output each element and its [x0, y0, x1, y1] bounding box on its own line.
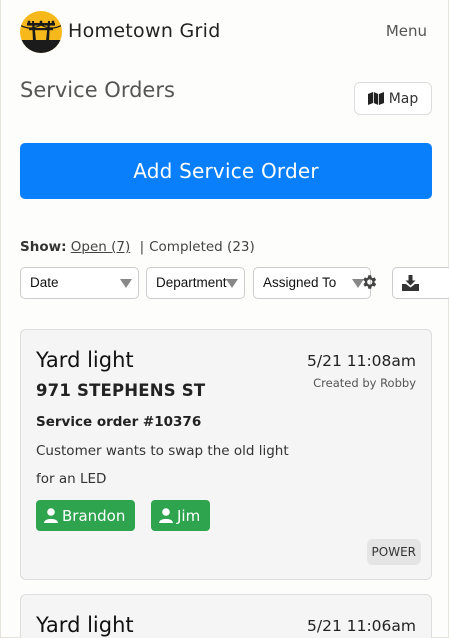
- download-button[interactable]: [392, 267, 449, 299]
- service-order-card[interactable]: Yard light 5/21 11:08am Created by Robby…: [20, 329, 432, 580]
- gear-icon[interactable]: [360, 273, 378, 291]
- assignee-chip[interactable]: Jim: [151, 500, 211, 531]
- brand-name[interactable]: Hometown Grid: [68, 20, 221, 42]
- order-time: 5/21 11:08am: [307, 352, 416, 370]
- order-number: Service order #10376: [36, 414, 202, 430]
- assignee-chip[interactable]: Brandon: [36, 500, 136, 531]
- assigned-to-filter-label: Assigned To: [263, 275, 337, 290]
- map-button[interactable]: Map: [354, 82, 432, 115]
- order-title: Yard light: [36, 613, 134, 637]
- map-button-label: Map: [388, 90, 419, 107]
- chevron-down-icon: [120, 279, 132, 288]
- order-address: 971 STEPHENS ST: [36, 381, 206, 400]
- separator: |: [139, 239, 145, 255]
- map-icon: [367, 92, 384, 105]
- status-filter: Show: Open (7) | Completed (23): [20, 239, 255, 255]
- user-icon: [159, 508, 173, 523]
- order-created-by: Created by Robby: [313, 376, 416, 390]
- page-title: Service Orders: [20, 78, 175, 102]
- assignee-name: Jim: [177, 506, 201, 525]
- department-filter-label: Department: [156, 275, 227, 290]
- order-description: Customer wants to swap the old light for…: [36, 443, 289, 487]
- department-filter-select[interactable]: Department: [146, 267, 245, 299]
- order-time: 5/21 11:06am: [307, 617, 416, 635]
- app-header: Hometown Grid Menu: [20, 11, 428, 53]
- add-service-order-button[interactable]: Add Service Order: [20, 143, 432, 199]
- completed-orders-link[interactable]: Completed (23): [149, 239, 255, 255]
- utility-pole-logo-icon[interactable]: [20, 11, 62, 53]
- order-title: Yard light: [36, 348, 134, 372]
- department-badge: POWER: [366, 539, 421, 565]
- user-icon: [44, 508, 58, 523]
- date-filter-select[interactable]: Date: [20, 267, 139, 299]
- menu-button[interactable]: Menu: [386, 22, 427, 40]
- service-order-card[interactable]: Yard light 5/21 11:06am: [20, 594, 432, 638]
- assigned-to-filter-select[interactable]: Assigned To: [253, 267, 371, 299]
- chevron-down-icon: [226, 279, 238, 288]
- open-orders-link[interactable]: Open (7): [71, 239, 130, 255]
- assignee-name: Brandon: [62, 506, 126, 525]
- date-filter-label: Date: [30, 275, 59, 290]
- show-label: Show:: [20, 239, 67, 255]
- download-icon: [402, 275, 419, 295]
